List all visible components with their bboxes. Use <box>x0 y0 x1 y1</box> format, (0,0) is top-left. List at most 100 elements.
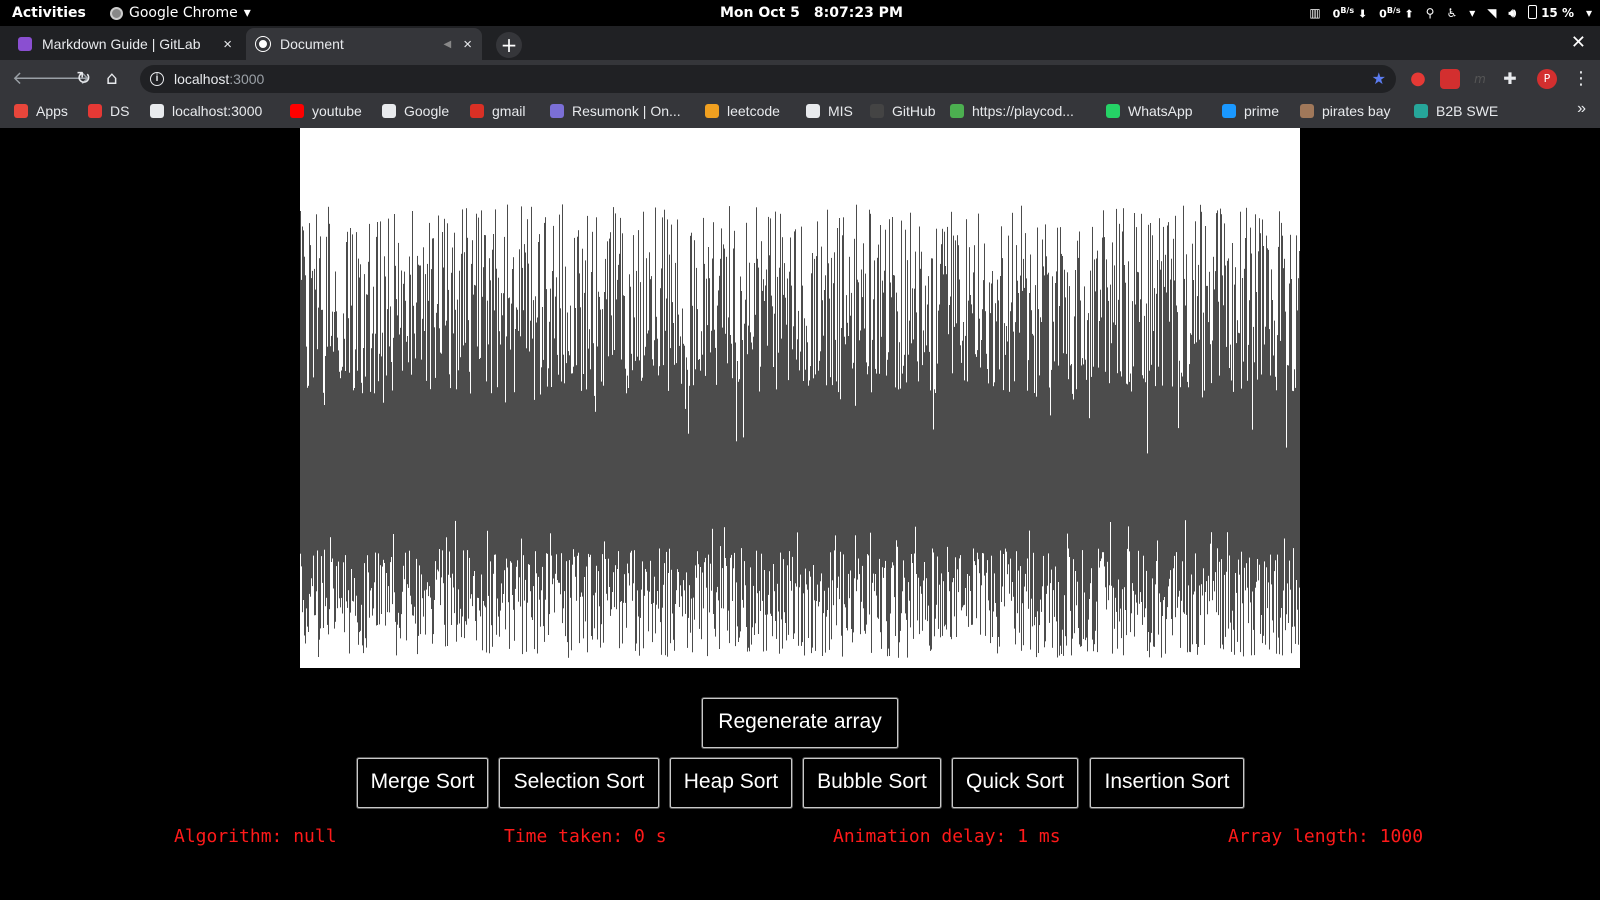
array-bar <box>461 253 462 638</box>
array-bar <box>505 402 506 630</box>
bookmark-playcode[interactable]: https://playcod... <box>950 98 1074 124</box>
window-close-button[interactable]: ✕ <box>1571 32 1586 53</box>
bookmark-resumonk[interactable]: Resumonk | On... <box>550 98 681 124</box>
array-bar <box>1122 231 1123 590</box>
array-bar <box>573 366 574 550</box>
bookmark-b2b-swe[interactable]: B2B SWE <box>1414 98 1498 124</box>
address-bar[interactable]: i localhost:3000 ★ <box>140 65 1396 93</box>
heap-sort-button[interactable]: Heap Sort <box>670 758 792 808</box>
array-bar <box>1084 286 1085 593</box>
localhost-icon <box>150 104 164 118</box>
insertion-sort-button[interactable]: Insertion Sort <box>1090 758 1244 808</box>
array-bar <box>790 237 791 581</box>
array-bar <box>1258 251 1259 581</box>
bookmark-gmail[interactable]: gmail <box>470 98 525 124</box>
array-bar <box>598 291 599 572</box>
array-bar <box>551 387 552 556</box>
net-upload: 0B/s ⬆ <box>1379 0 1414 28</box>
array-bar <box>960 345 961 556</box>
bubble-sort-button[interactable]: Bubble Sort <box>803 758 941 808</box>
system-tray[interactable]: ▥ 0B/s ⬇ 0B/s ⬆ ⚲ ♿ ▾ ◥ 🔊︎ 15 % ▾ <box>1297 0 1592 26</box>
bookmark-whatsapp[interactable]: WhatsApp <box>1106 98 1193 124</box>
bookmark-youtube[interactable]: youtube <box>290 98 362 124</box>
bookmark-github[interactable]: GitHub <box>870 98 936 124</box>
selection-sort-button[interactable]: Selection Sort <box>499 758 659 808</box>
bookmark-leetcode[interactable]: leetcode <box>705 98 780 124</box>
array-bar <box>480 357 481 617</box>
array-bar <box>712 258 713 529</box>
merge-sort-button[interactable]: Merge Sort <box>357 758 488 808</box>
array-bar <box>614 350 615 608</box>
bookmarks-more-button[interactable]: » <box>1577 100 1586 118</box>
array-bar <box>1193 280 1194 595</box>
adblock-extension-icon[interactable]: ● <box>1408 69 1428 89</box>
bookmark-apps[interactable]: Apps <box>14 98 68 124</box>
new-tab-button[interactable]: + <box>496 32 522 58</box>
array-bar <box>1079 231 1080 645</box>
puzzle-extensions-icon[interactable]: ✚ <box>1500 69 1520 89</box>
tab-title: Document <box>280 36 344 52</box>
profile-avatar[interactable]: P <box>1537 69 1557 89</box>
close-tab-icon[interactable]: × <box>463 36 472 53</box>
quick-sort-button[interactable]: Quick Sort <box>952 758 1078 808</box>
array-bar <box>1088 313 1089 620</box>
array-bar <box>538 242 539 577</box>
home-button[interactable]: ⌂ <box>106 60 117 98</box>
bookmark-google[interactable]: Google <box>382 98 449 124</box>
tab-document[interactable]: Document ◀ × <box>246 28 482 60</box>
array-bar <box>1108 300 1109 601</box>
close-tab-icon[interactable]: × <box>223 36 232 53</box>
array-bar <box>649 252 650 592</box>
array-bar <box>742 340 743 600</box>
array-bar <box>883 292 884 578</box>
reload-button[interactable]: ↻ <box>76 60 91 98</box>
array-bar <box>947 226 948 547</box>
bookmark-prime[interactable]: prime <box>1222 98 1279 124</box>
array-bar <box>1110 284 1111 522</box>
array-bar <box>858 282 859 559</box>
array-bar <box>448 289 449 575</box>
bookmark-star-icon[interactable]: ★ <box>1372 69 1386 89</box>
speaker-icon[interactable]: ◀ <box>444 39 452 50</box>
array-bar <box>1201 211 1202 585</box>
array-bar <box>1244 268 1245 568</box>
extension-icon[interactable] <box>1440 69 1460 89</box>
array-bar <box>602 309 603 555</box>
bookmark-ds[interactable]: DS <box>88 98 129 124</box>
youtube-icon <box>290 104 304 118</box>
array-bar <box>1050 415 1051 584</box>
extension-m-icon[interactable]: m <box>1470 69 1490 89</box>
accessibility-icon[interactable]: ♿ <box>1446 0 1457 26</box>
tab-markdown-guide[interactable]: Markdown Guide | GitLab × <box>8 28 242 60</box>
array-bar <box>565 266 566 637</box>
array-bar <box>340 378 341 608</box>
array-bar <box>972 313 973 625</box>
array-bar <box>453 333 454 588</box>
array-bar <box>818 370 819 607</box>
array-bar <box>967 381 968 574</box>
array-bar <box>471 263 472 595</box>
activities-button[interactable]: Activities <box>12 0 86 26</box>
clock[interactable]: Mon Oct 5 8:07:23 PM <box>720 0 917 26</box>
array-bar <box>962 340 963 608</box>
site-info-icon[interactable]: i <box>150 72 164 86</box>
array-bar <box>318 307 319 657</box>
array-bar <box>1114 265 1115 629</box>
bookmark-label: prime <box>1244 103 1280 119</box>
array-bar <box>1220 208 1221 649</box>
array-bar <box>576 365 577 601</box>
array-bar <box>697 309 698 552</box>
array-bar <box>792 349 793 557</box>
app-menu[interactable]: Google Chrome ▾ <box>110 0 251 26</box>
bookmark-localhost[interactable]: localhost:3000 <box>150 98 262 124</box>
array-bar <box>1195 221 1196 554</box>
more-menu-icon[interactable]: ⋮ <box>1572 60 1590 98</box>
system-top-bar: Activities Google Chrome ▾ Mon Oct 5 8:07… <box>0 0 1600 26</box>
array-bar <box>914 288 915 554</box>
array-bar <box>801 226 802 646</box>
array-bar <box>934 389 935 637</box>
bookmark-mis[interactable]: MIS <box>806 98 853 124</box>
array-bar <box>662 217 663 608</box>
bookmark-pirates-bay[interactable]: pirates bay <box>1300 98 1390 124</box>
regenerate-array-button[interactable]: Regenerate array <box>702 698 898 748</box>
